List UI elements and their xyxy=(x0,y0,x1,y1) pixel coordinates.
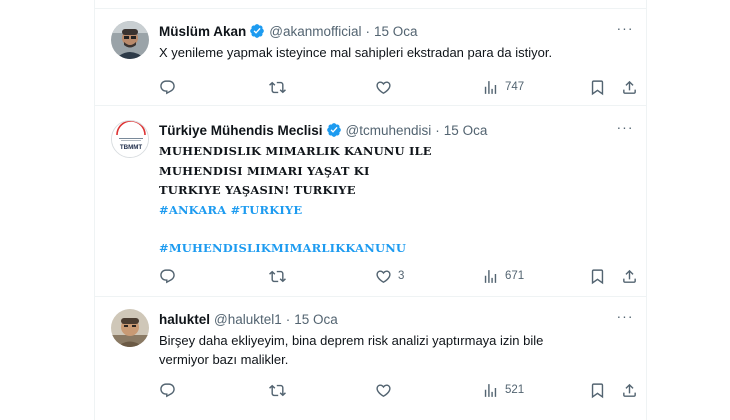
reply-icon xyxy=(160,268,175,283)
views-button[interactable]: 747 xyxy=(482,79,524,96)
retweet-icon xyxy=(269,270,286,282)
like-count: 3 xyxy=(398,270,405,282)
verified-badge-icon xyxy=(249,23,265,39)
bookmark-icon xyxy=(591,268,604,284)
tweet-text-line: X yenileme yapmak isteyince mal sahipler… xyxy=(159,45,553,60)
author-name[interactable]: haluktel xyxy=(159,312,210,327)
retweet-icon xyxy=(269,384,286,396)
tweet-actions: 521 xyxy=(159,380,636,400)
bookmark-button[interactable] xyxy=(589,268,606,285)
retweet-button[interactable] xyxy=(269,382,286,399)
tweet-actions: 747 xyxy=(159,77,636,97)
views-chart-icon xyxy=(484,269,497,283)
heart-icon xyxy=(376,80,391,94)
reply-button[interactable] xyxy=(159,382,176,399)
share-icon xyxy=(623,383,636,397)
tweet-date[interactable]: 15 Oca xyxy=(294,312,338,327)
heart-icon xyxy=(376,383,391,397)
tweet-text: X yenileme yapmak isteyince mal sahipler… xyxy=(159,43,634,62)
retweet-button[interactable] xyxy=(269,79,286,96)
avatar-logo-text: TBMMT xyxy=(120,144,143,151)
reply-button[interactable] xyxy=(159,79,176,96)
timeline: Müslüm Akan @akanmofficial · 15 Oca ··· … xyxy=(0,0,730,420)
like-button[interactable] xyxy=(375,79,392,96)
reply-icon xyxy=(160,79,175,94)
like-button[interactable]: 3 xyxy=(375,268,404,285)
view-count: 521 xyxy=(505,384,525,396)
more-icon[interactable]: ··· xyxy=(616,120,634,138)
author-name[interactable]: Türkiye Mühendis Meclisi xyxy=(159,123,323,138)
separator-dot: · xyxy=(365,23,371,39)
more-icon[interactable]: ··· xyxy=(616,21,634,39)
hashtag-line: #ANKARA #TURKIYE xyxy=(159,201,634,221)
hashtag-link[interactable]: #ANKARA xyxy=(159,203,226,217)
tweet[interactable]: Müslüm Akan @akanmofficial · 15 Oca ··· … xyxy=(95,8,646,106)
tweet-text-line: TURKIYE YAŞASIN! TURKIYE xyxy=(159,183,356,197)
share-icon xyxy=(623,269,636,283)
author-handle[interactable]: @tcmuhendisi xyxy=(346,123,432,138)
hashtag-link[interactable]: #TURKIYE xyxy=(231,203,303,217)
views-chart-icon xyxy=(484,383,497,397)
like-button[interactable] xyxy=(375,382,392,399)
heart-icon xyxy=(376,269,391,283)
timeline-right-border xyxy=(646,0,647,420)
retweet-button[interactable] xyxy=(269,268,286,285)
view-count: 747 xyxy=(505,81,525,93)
separator-dot: · xyxy=(285,311,291,327)
avatar[interactable] xyxy=(111,21,149,59)
bookmark-button[interactable] xyxy=(589,79,606,96)
avatar[interactable]: TBMMT xyxy=(111,120,149,158)
hashtag-link[interactable]: #MUHENDISLIKMIMARLIKKANUNU xyxy=(159,241,406,255)
bookmark-button[interactable] xyxy=(589,382,606,399)
tweet[interactable]: TBMMT Türkiye Mühendis Meclisi @tcmuhend… xyxy=(95,106,646,297)
tweet-text: MUHENDISLIK MIMARLIK KANUNU ILE MUHENDIS… xyxy=(159,142,634,259)
views-chart-icon xyxy=(484,80,497,94)
hashtag-line: #MUHENDISLIKMIMARLIKKANUNU xyxy=(159,239,634,259)
share-icon xyxy=(623,80,636,94)
tweet-text: Birşey daha ekliyeyim, bina deprem risk … xyxy=(159,331,634,369)
share-button[interactable] xyxy=(621,79,638,96)
bookmark-icon xyxy=(591,79,604,95)
retweet-icon xyxy=(269,81,286,93)
author-handle[interactable]: @akanmofficial xyxy=(269,24,361,39)
verified-badge-icon xyxy=(326,122,342,138)
tweet-text-line: MUHENDISI MIMARI YAŞAT KI xyxy=(159,163,370,178)
views-button[interactable]: 671 xyxy=(482,268,524,285)
reply-icon xyxy=(160,382,175,397)
share-button[interactable] xyxy=(621,382,638,399)
tweet-text-line: MUHENDISLIK MIMARLIK KANUNU ILE xyxy=(159,144,432,158)
share-button[interactable] xyxy=(621,268,638,285)
avatar[interactable] xyxy=(111,309,149,347)
separator-dot: · xyxy=(435,122,440,138)
tweet-date[interactable]: 15 Oca xyxy=(444,123,488,138)
tweet-text-line: Birşey daha ekliyeyim, bina deprem risk … xyxy=(159,333,544,348)
bookmark-icon xyxy=(591,382,604,398)
tweet-date[interactable]: 15 Oca xyxy=(374,24,418,39)
tweet-actions: 3 671 xyxy=(159,266,636,286)
more-icon[interactable]: ··· xyxy=(616,309,634,327)
view-count: 671 xyxy=(505,270,525,282)
tweet[interactable]: haluktel @haluktel1 · 15 Oca ··· Birşey … xyxy=(95,297,646,420)
tweet-text-line: vermiyor bazı malikler. xyxy=(159,352,289,367)
reply-button[interactable] xyxy=(159,268,176,285)
author-handle[interactable]: @haluktel1 xyxy=(214,312,282,327)
views-button[interactable]: 521 xyxy=(482,382,524,399)
author-name[interactable]: Müslüm Akan xyxy=(159,24,246,39)
